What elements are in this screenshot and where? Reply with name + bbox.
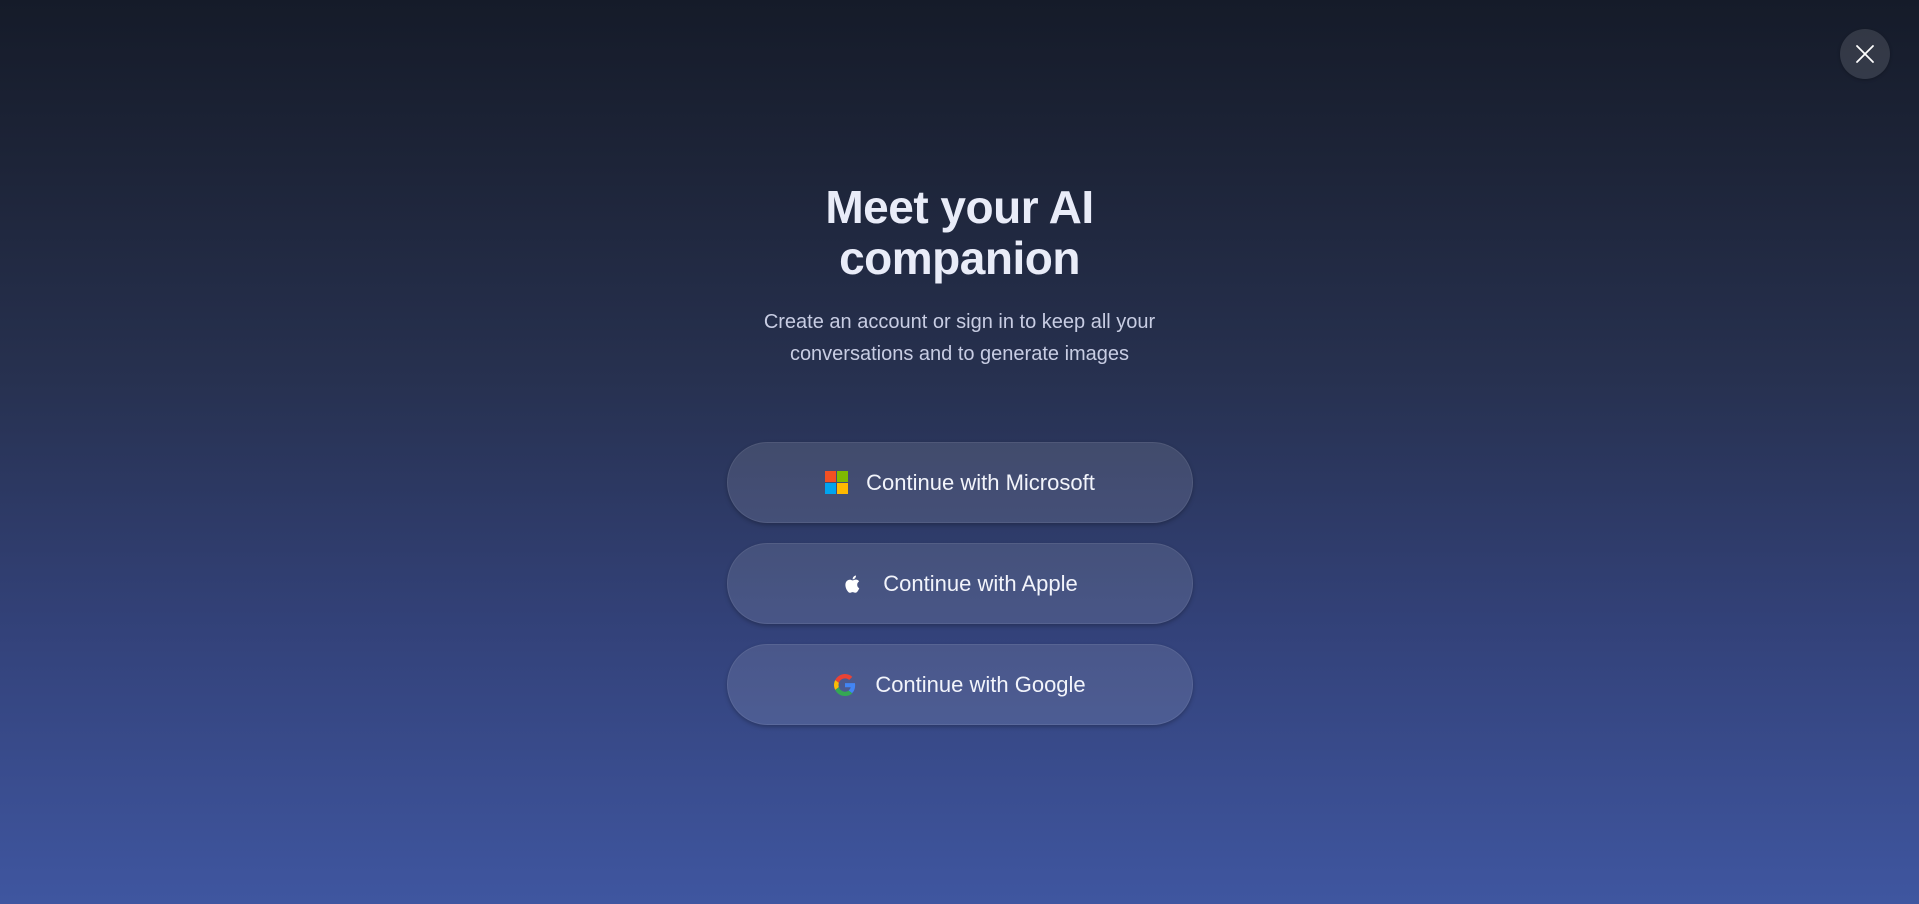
continue-with-apple-button[interactable]: Continue with Apple (726, 543, 1193, 624)
continue-with-apple-label: Continue with Apple (883, 570, 1078, 596)
continue-with-microsoft-button[interactable]: Continue with Microsoft (726, 442, 1193, 523)
auth-options: Continue with Microsoft Continue with Ap… (726, 442, 1193, 725)
continue-with-google-label: Continue with Google (875, 671, 1086, 697)
google-icon (833, 673, 857, 697)
apple-icon (841, 572, 865, 596)
page-title: Meet your AI companion (825, 181, 1094, 284)
page-subtitle: Create an account or sign in to keep all… (763, 311, 1156, 365)
continue-with-microsoft-label: Continue with Microsoft (866, 469, 1095, 495)
microsoft-icon (824, 471, 848, 495)
close-button[interactable] (1840, 29, 1890, 79)
close-icon (1853, 42, 1877, 66)
sign-in-dialog: Meet your AI companion Create an account… (0, 182, 1919, 725)
continue-with-google-button[interactable]: Continue with Google (726, 644, 1193, 725)
